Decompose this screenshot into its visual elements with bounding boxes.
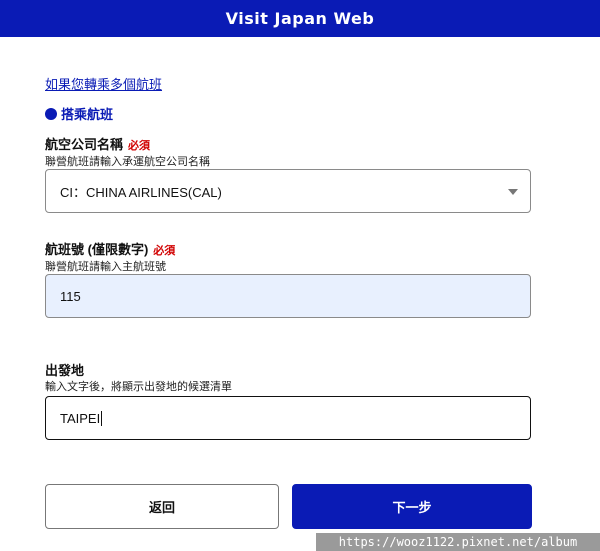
flight-number-input[interactable]: 115 (45, 274, 531, 318)
required-badge: 必須 (153, 245, 176, 257)
multiple-flights-link[interactable]: 如果您轉乘多個航班 (45, 74, 162, 93)
app-title: Visit Japan Web (225, 9, 375, 28)
departure-input[interactable]: TAIPEI (45, 396, 531, 440)
flight-number-value: 115 (60, 288, 81, 304)
watermark: https://wooz1122.pixnet.net/album (316, 533, 600, 551)
airline-select[interactable]: CI：CHINA AIRLINES(CAL) (45, 169, 531, 213)
flight-number-hint: 聯營航班請輸入主航班號 (45, 261, 166, 273)
airline-label: 航空公司名稱 必須 (45, 134, 150, 153)
airline-hint: 聯營航班請輸入承運航空公司名稱 (45, 156, 210, 168)
circle-bullet-icon (45, 107, 57, 120)
flight-number-label-text: 航班號 (僅限數字) (45, 242, 149, 257)
required-badge: 必須 (128, 140, 151, 152)
section-heading: 搭乘航班 (45, 104, 113, 123)
section-title: 搭乘航班 (61, 107, 114, 122)
airline-selected-value: CI：CHINA AIRLINES(CAL) (60, 184, 222, 200)
flight-number-label: 航班號 (僅限數字) 必須 (45, 239, 175, 258)
departure-label: 出發地 (45, 360, 84, 379)
next-button-label: 下一步 (392, 500, 432, 515)
text-cursor (101, 410, 103, 426)
departure-label-text: 出發地 (45, 363, 85, 378)
back-button[interactable]: 返回 (45, 484, 279, 529)
departure-hint: 輸入文字後，將顯示出發地的候選清單 (45, 381, 232, 393)
dropdown-arrow-icon (508, 189, 518, 195)
back-button-label: 返回 (148, 500, 175, 515)
next-button[interactable]: 下一步 (292, 484, 532, 529)
airline-label-text: 航空公司名稱 (45, 137, 124, 152)
app-header: Visit Japan Web (0, 0, 600, 37)
departure-value: TAIPEI (60, 410, 101, 426)
